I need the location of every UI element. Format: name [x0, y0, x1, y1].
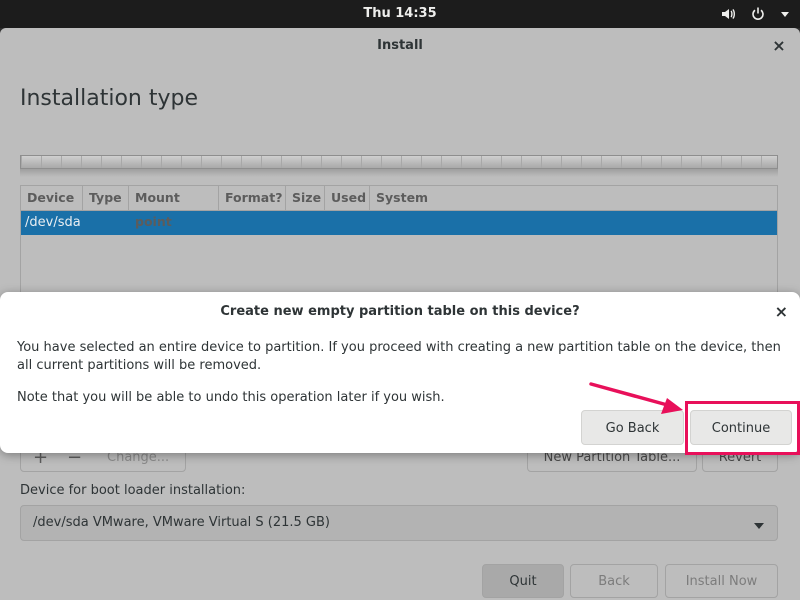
disk-usage-bar: [20, 155, 778, 169]
column-header-mount-point[interactable]: Mount point: [129, 186, 219, 229]
boot-loader-select[interactable]: /dev/sda VMware, VMware Virtual S (21.5 …: [20, 505, 778, 541]
install-now-button[interactable]: Install Now: [665, 564, 778, 598]
column-header-format[interactable]: Format?: [219, 186, 286, 210]
confirm-dialog: Create new empty partition table on this…: [0, 292, 800, 453]
volume-icon[interactable]: [720, 6, 736, 22]
highlight-box: [685, 401, 800, 455]
pointer-arrow-icon: [589, 382, 683, 414]
table-header: Device Type Mount point Format? Size Use…: [21, 186, 777, 229]
system-tray[interactable]: [720, 0, 790, 28]
dialog-title: Create new empty partition table on this…: [220, 304, 580, 319]
page-title: Installation type: [20, 86, 198, 111]
partition-table: Device Type Mount point Format? Size Use…: [20, 185, 778, 297]
dialog-close-button[interactable]: ×: [775, 302, 788, 321]
disk-bar-shadow: [20, 169, 778, 177]
column-header-type[interactable]: Type: [83, 186, 129, 210]
chevron-down-icon[interactable]: [780, 9, 790, 19]
chevron-down-icon: [753, 519, 765, 534]
window-close-button[interactable]: ×: [770, 37, 788, 55]
close-icon: ×: [774, 302, 788, 321]
clock[interactable]: Thu 14:35: [0, 0, 800, 28]
column-header-size[interactable]: Size: [286, 186, 325, 210]
top-bar: Thu 14:35: [0, 0, 800, 28]
column-header-used[interactable]: Used: [325, 186, 370, 210]
quit-button[interactable]: Quit: [482, 564, 564, 598]
dialog-message: You have selected an entire device to pa…: [17, 340, 781, 373]
close-icon: ×: [772, 36, 786, 55]
power-icon[interactable]: [750, 6, 766, 22]
dialog-note: Note that you will be able to undo this …: [17, 390, 445, 405]
column-header-device[interactable]: Device: [21, 186, 83, 210]
boot-loader-value: /dev/sda VMware, VMware Virtual S (21.5 …: [33, 515, 330, 530]
boot-loader-label: Device for boot loader installation:: [20, 483, 246, 498]
column-header-system[interactable]: System: [370, 186, 777, 210]
back-button[interactable]: Back: [570, 564, 658, 598]
window-title: Install: [377, 38, 423, 53]
